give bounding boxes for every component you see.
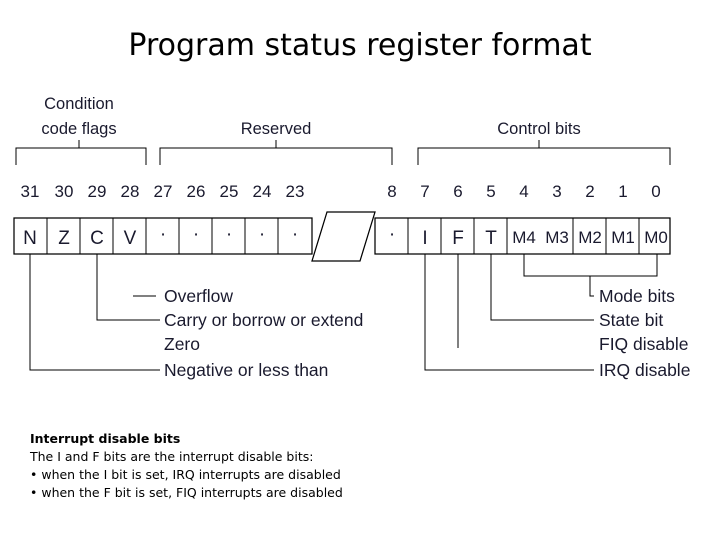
register-cell-23: · [292,224,298,245]
register-cell-25: · [226,224,232,245]
register-cell-M0: M0 [644,228,668,247]
bit-number-28: 28 [121,182,140,201]
slide-canvas: Program status register format Condition… [0,0,720,540]
notes-bullet-1: • when the I bit is set, IRQ interrupts … [30,467,341,482]
bracket-reserved [159,147,393,165]
register-cell-M4: M4 [512,228,536,247]
bit-number-1: 1 [618,182,627,201]
register-cell-M1: M1 [611,228,635,247]
annotation-state-bit: State bit [599,310,663,330]
register-cell-F: F [452,228,464,249]
psr-diagram: Condition code flags Reserved Control bi… [13,95,690,380]
register-break-parallelogram [311,211,376,262]
bit-number-0: 0 [651,182,660,201]
bit-number-3: 3 [552,182,561,201]
group-label-reserved: Reserved [241,120,312,138]
register-cell-24: · [259,224,265,245]
register-cell-I: I [422,228,427,249]
bit-number-8: 8 [387,182,396,201]
register-cell-26: · [193,224,199,245]
leader-line-state-bit [490,254,594,321]
notes-block: Interrupt disable bits The I and F bits … [30,430,550,502]
bit-number-7: 7 [420,182,429,201]
register-cell-27: · [160,224,166,245]
bit-number-6: 6 [453,182,462,201]
group-label-condition-line2: code flags [41,120,116,138]
bracket-condition-flags [15,147,147,165]
leader-line-negative [29,254,160,371]
group-label-control-bits: Control bits [497,120,580,138]
notes-heading: Interrupt disable bits [30,431,181,446]
bit-number-2: 2 [585,182,594,201]
group-label-condition-line1: Condition [44,95,114,113]
register-cell-M2: M2 [578,228,602,247]
annotation-fiq-disable: FIQ disable [599,334,688,354]
bit-number-25: 25 [220,182,239,201]
bit-number-27: 27 [154,182,173,201]
notes-line-1: The I and F bits are the interrupt disab… [30,449,314,464]
annotation-carry: Carry or borrow or extend [164,310,363,330]
bracket-control-bits [417,147,671,165]
bit-number-26: 26 [187,182,206,201]
bit-number-31: 31 [21,182,40,201]
register-cell-8: · [389,224,395,245]
leader-line-carry [96,254,160,321]
register-cell-T: T [485,228,497,249]
bit-number-30: 30 [55,182,74,201]
bit-number-4: 4 [519,182,528,201]
bit-number-5: 5 [486,182,495,201]
bit-number-24: 24 [253,182,272,201]
register-cell-C: C [90,228,104,249]
annotation-zero: Zero [164,334,200,354]
bracket-mode-bits [523,254,658,277]
leader-line-mode-bits [589,276,594,297]
register-cell-Z: Z [58,228,70,249]
register-cell-N: N [23,228,37,249]
page-title: Program status register format [128,28,592,63]
bit-number-29: 29 [88,182,107,201]
annotation-mode-bits: Mode bits [599,286,675,306]
annotation-negative: Negative or less than [164,360,328,380]
bit-number-23: 23 [286,182,305,201]
leader-line-irq-disable [424,254,594,371]
annotation-irq-disable: IRQ disable [599,360,690,380]
register-cell-M3: M3 [545,228,569,247]
register-cell-V: V [124,228,137,249]
notes-bullet-2: • when the F bit is set, FIQ interrupts … [30,485,343,500]
annotation-overflow: Overflow [164,286,233,306]
